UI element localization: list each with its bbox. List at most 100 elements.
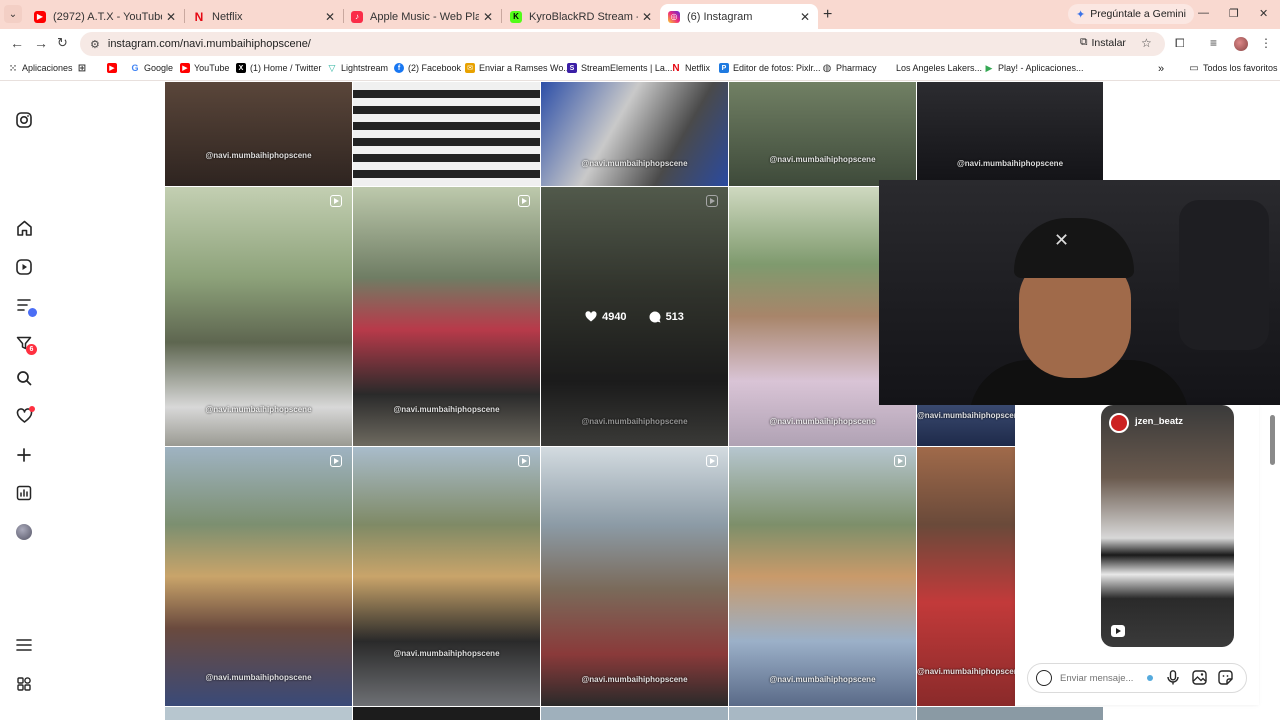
bookmark-label: Enviar a Ramses Wo... [479, 63, 571, 73]
extensions-icon[interactable]: ⧠ [1175, 36, 1185, 51]
close-icon[interactable]: ✕ [325, 10, 335, 24]
post-thumbnail[interactable] [353, 707, 540, 720]
post-thumbnail[interactable] [729, 707, 916, 720]
bookmark-lightstream[interactable]: ▽ Lightstream [327, 63, 389, 74]
dashboard-icon[interactable] [14, 483, 34, 503]
post-watermark: @navi.mumbaihiphopscene [205, 673, 312, 682]
search-icon[interactable] [14, 368, 34, 388]
bookmark-pixlr[interactable]: P Editor de fotos: Pixlr... [719, 63, 821, 73]
home-icon[interactable] [14, 218, 34, 238]
browser-toolbar: ← → ↻ ⚙ instagram.com/navi.mumbaihiphops… [0, 29, 1280, 59]
menu-kebab-icon[interactable]: ⋮ [1260, 36, 1272, 50]
post-thumbnail[interactable] [917, 707, 1103, 720]
bookmark-enviar-ramses[interactable]: ✉ Enviar a Ramses Wo... [465, 63, 571, 73]
bookmark-facebook[interactable]: f (2) Facebook [394, 63, 461, 73]
streamer-webcam-overlay: ✕ [879, 180, 1280, 405]
tab-title: Apple Music - Web Player [370, 10, 479, 23]
tab-kick-stream[interactable]: K KyroBlackRD Stream - Watch Li ✕ [502, 4, 660, 29]
close-icon[interactable]: ✕ [483, 10, 493, 24]
reload-icon[interactable]: ↻ [57, 35, 68, 51]
heart-icon[interactable] [14, 406, 35, 426]
bookmark-lakers[interactable]: Los Angeles Lakers... [896, 63, 982, 73]
youtube-icon: ▶ [34, 10, 46, 23]
profile-avatar[interactable] [1234, 37, 1248, 51]
close-icon[interactable]: ✕ [800, 10, 810, 24]
close-icon[interactable]: ✕ [166, 10, 176, 24]
bookmark-twitter[interactable]: X (1) Home / Twitter [236, 63, 321, 73]
post-thumbnail[interactable]: @navi.mumbaihiphopscene [165, 187, 352, 446]
notifications-filter-icon[interactable]: 6 [14, 333, 37, 355]
comments-value: 513 [665, 310, 684, 323]
restore-icon[interactable]: ❐ [1229, 7, 1239, 20]
message-input[interactable]: Enviar mensaje... [1027, 663, 1247, 693]
minimize-icon[interactable]: — [1198, 7, 1209, 19]
post-thumbnail[interactable] [165, 707, 352, 720]
instagram-logo-icon[interactable] [14, 110, 34, 130]
window-close-icon[interactable]: ✕ [1259, 7, 1268, 20]
bookmark-youtube[interactable]: ▶ YouTube [180, 63, 229, 73]
sticker-icon[interactable] [1217, 669, 1233, 685]
post-watermark: @navi.mumbaihiphopscene [917, 411, 1015, 420]
tab-netflix[interactable]: N Netflix ✕ [185, 4, 343, 29]
site-info-icon[interactable]: ⚙ [90, 38, 100, 51]
folder-icon: ▭ [1189, 62, 1199, 74]
bookmark-play-store[interactable]: ▶ Play! - Aplicaciones... [984, 63, 1084, 74]
bookmark-streamelements[interactable]: S StreamElements | La... [567, 63, 672, 73]
post-thumbnail[interactable]: @navi.mumbaihiphopscene [165, 447, 352, 706]
install-app-button[interactable]: ⧉ Instalar [1080, 36, 1126, 49]
bookmark-aplicaciones[interactable]: ⁙ Aplicaciones [8, 62, 73, 74]
gemini-button[interactable]: ✦ Pregúntale a Gemini [1068, 4, 1194, 24]
bookmark-youtube-shortcut[interactable]: ▶ [107, 63, 117, 73]
reel-icon [518, 195, 530, 207]
netflix-icon: N [672, 62, 680, 74]
apps-grid-icon: ⁙ [9, 62, 17, 73]
instagram-sidebar: 6 [0, 82, 48, 720]
bookmark-label: Aplicaciones [22, 63, 73, 73]
reels-icon[interactable] [14, 257, 34, 277]
tab-youtube[interactable]: ▶ (2972) A.T.X - YouTube ✕ [26, 4, 184, 29]
more-bookmarks-button[interactable]: » [1158, 63, 1164, 75]
profile-avatar-icon[interactable] [14, 522, 34, 542]
post-thumbnail[interactable]: @navi.mumbaihiphopscene [541, 82, 728, 186]
emoji-icon[interactable] [1036, 670, 1052, 686]
post-thumbnail[interactable]: @navi.mumbaihiphopscene [353, 447, 540, 706]
messages-scrollbar[interactable] [1270, 405, 1276, 645]
hamburger-menu-icon[interactable] [14, 635, 34, 655]
post-thumbnail[interactable]: @navi.mumbaihiphopscene [353, 187, 540, 446]
create-plus-icon[interactable] [14, 445, 34, 465]
post-thumbnail[interactable]: @navi.mumbaihiphopscene [917, 447, 1015, 706]
new-tab-button[interactable]: + [823, 6, 832, 24]
back-arrow-icon[interactable]: ← [10, 35, 24, 51]
image-upload-icon[interactable] [1191, 669, 1207, 685]
bookmark-apps[interactable]: ⊞ [77, 63, 87, 74]
post-thumbnail[interactable] [541, 707, 728, 720]
tab-apple-music[interactable]: ♪ Apple Music - Web Player ✕ [343, 4, 501, 29]
shared-reel-card[interactable]: jzen_beatz [1101, 405, 1234, 647]
address-bar[interactable]: ⚙ instagram.com/navi.mumbaihiphopscene/ [80, 32, 1165, 56]
post-thumbnail[interactable] [353, 82, 540, 186]
microphone-icon[interactable] [1165, 669, 1181, 685]
tab-instagram[interactable]: ◎ (6) Instagram ✕ [660, 4, 818, 29]
close-icon[interactable]: ✕ [642, 10, 652, 24]
activity-dot [29, 406, 35, 412]
post-thumbnail[interactable]: @navi.mumbaihiphopscene [729, 447, 916, 706]
globe-icon: ◍ [822, 62, 832, 74]
post-thumbnail[interactable]: @navi.mumbaihiphopscene [917, 82, 1103, 180]
scrollbar-thumb[interactable] [1270, 415, 1275, 465]
all-bookmarks-folder[interactable]: ▭ Todos los favoritos [1189, 62, 1278, 74]
bookmark-star-icon[interactable]: ☆ [1141, 36, 1152, 50]
post-thumbnail-hovered[interactable]: @navi.mumbaihiphopscene 4940 513 [541, 187, 728, 446]
tab-search-chevron-icon[interactable]: ⌄ [4, 5, 22, 23]
bookmark-pharmacy[interactable]: ◍ Pharmacy [822, 62, 877, 74]
forward-arrow-icon[interactable]: → [34, 35, 48, 51]
threads-filter-icon[interactable] [14, 295, 37, 317]
also-from-meta-icon[interactable] [14, 674, 34, 694]
post-thumbnail[interactable]: @navi.mumbaihiphopscene [729, 82, 916, 186]
post-thumbnail[interactable]: @navi.mumbaihiphopscene [541, 447, 728, 706]
bookmark-google[interactable]: G Google [130, 63, 173, 73]
media-control-icon[interactable]: ≡ [1210, 36, 1217, 50]
bookmark-label: Todos los favoritos [1203, 63, 1278, 73]
bookmark-netflix[interactable]: N Netflix [671, 62, 710, 74]
post-thumbnail[interactable]: @navi.mumbaihiphopscene [917, 404, 1015, 446]
post-thumbnail[interactable]: @navi.mumbaihiphopscene [165, 82, 352, 186]
